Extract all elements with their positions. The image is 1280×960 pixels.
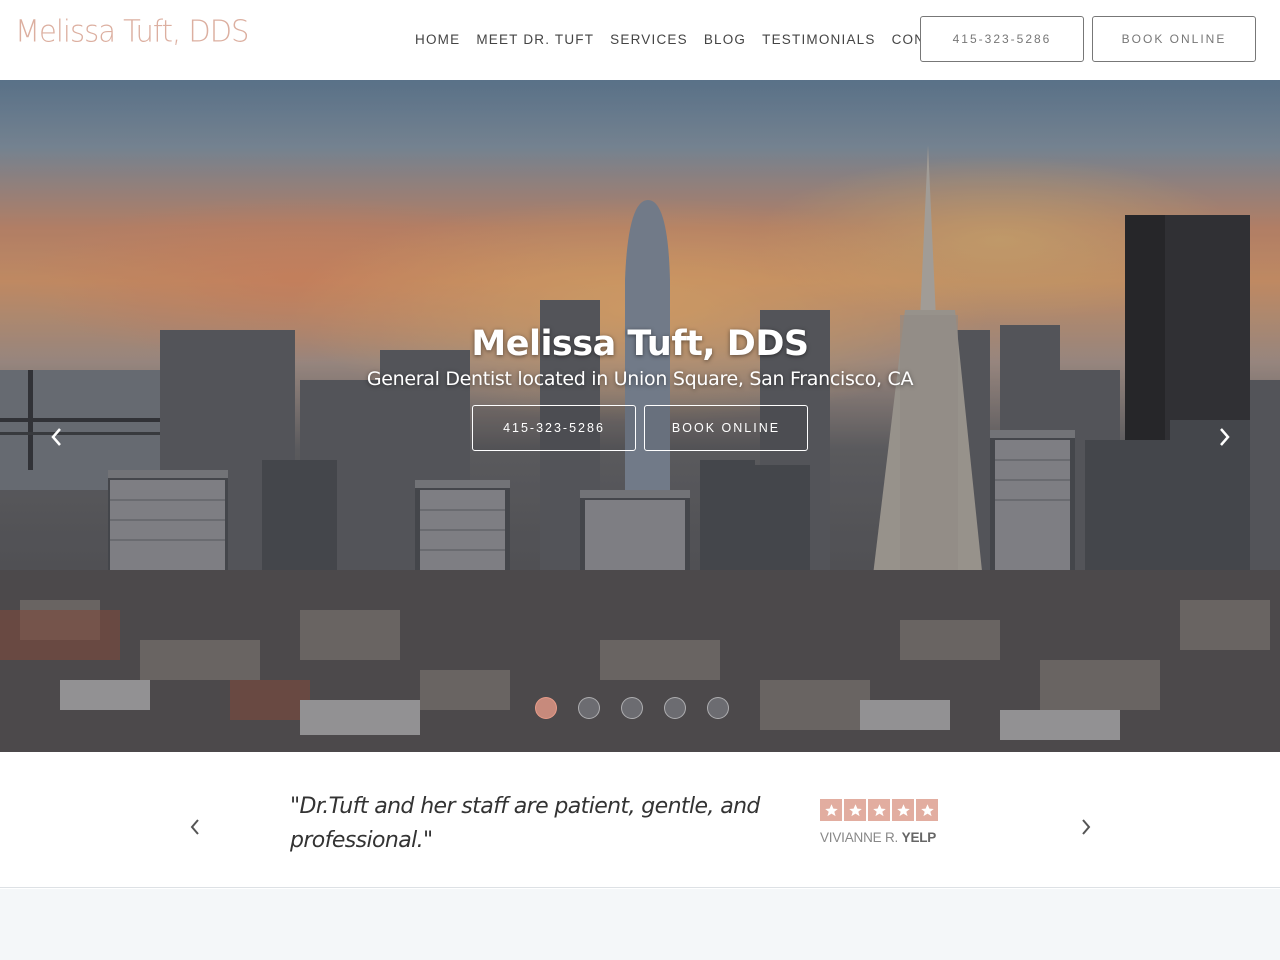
testimonial-prev-button[interactable]	[186, 815, 204, 839]
slider-dot-5[interactable]	[707, 697, 729, 719]
review-source: YELP	[901, 830, 937, 845]
chevron-left-icon	[190, 819, 199, 835]
next-section-background	[0, 889, 1280, 960]
logo[interactable]: Melissa Tuft, DDS	[15, 13, 249, 49]
testimonial-author: VIVIANNE R. YELP	[820, 830, 936, 845]
testimonial-quote: "Dr.Tuft and her staff are patient, gent…	[290, 794, 760, 853]
hero-subtitle: General Dentist located in Union Square,…	[366, 368, 914, 390]
main-nav: HOME MEET DR. TUFT SERVICES BLOG TESTIMO…	[415, 32, 980, 47]
slider-pagination	[535, 697, 729, 719]
hero-phone-button[interactable]: 415-323-5286	[472, 405, 636, 451]
star-icon	[892, 799, 914, 821]
header-phone-button[interactable]: 415-323-5286	[920, 16, 1084, 62]
hero-book-online-button[interactable]: BOOK ONLINE	[644, 405, 808, 451]
slider-prev-button[interactable]	[45, 425, 69, 449]
slider-dot-3[interactable]	[621, 697, 643, 719]
slider-next-button[interactable]	[1212, 425, 1236, 449]
site-header: Melissa Tuft, DDS HOME MEET DR. TUFT SER…	[0, 0, 1280, 80]
star-icon	[868, 799, 890, 821]
testimonial-carousel: "Dr.Tuft and her staff are patient, gent…	[0, 752, 1280, 888]
nav-blog[interactable]: BLOG	[704, 32, 746, 47]
nav-services[interactable]: SERVICES	[610, 32, 688, 47]
star-icon	[820, 799, 842, 821]
nav-testimonials[interactable]: TESTIMONIALS	[762, 32, 875, 47]
hero-overlay	[0, 80, 1280, 752]
star-rating	[820, 799, 938, 821]
header-book-online-button[interactable]: BOOK ONLINE	[1092, 16, 1256, 62]
reviewer-name: VIVIANNE R.	[820, 830, 899, 845]
star-icon	[844, 799, 866, 821]
star-icon	[916, 799, 938, 821]
slider-dot-2[interactable]	[578, 697, 600, 719]
chevron-right-icon	[1220, 428, 1230, 446]
chevron-left-icon	[51, 428, 61, 446]
chevron-right-icon	[1082, 819, 1091, 835]
hero-title: Melissa Tuft, DDS	[471, 324, 809, 364]
hero-slider: Melissa Tuft, DDS General Dentist locate…	[0, 80, 1280, 752]
slider-dot-1[interactable]	[535, 697, 557, 719]
testimonial-next-button[interactable]	[1077, 815, 1095, 839]
slider-dot-4[interactable]	[664, 697, 686, 719]
nav-meet-dr-tuft[interactable]: MEET DR. TUFT	[476, 32, 594, 47]
nav-home[interactable]: HOME	[415, 32, 460, 47]
